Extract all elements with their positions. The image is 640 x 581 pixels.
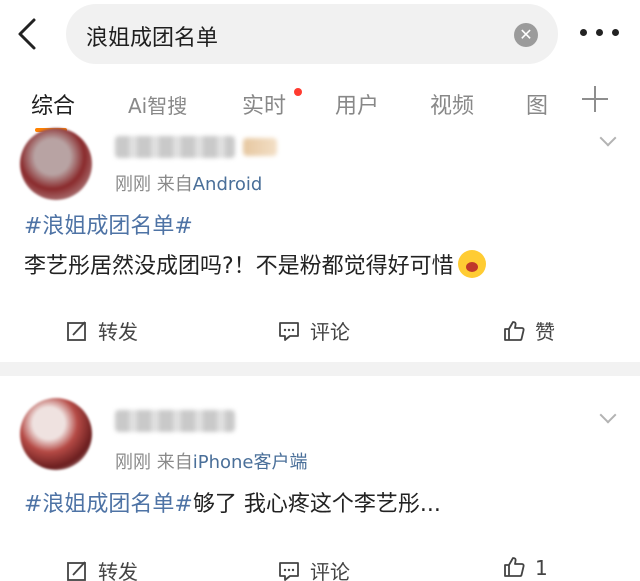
- repost-button[interactable]: 转发: [66, 316, 138, 345]
- clear-search-icon[interactable]: ✕: [514, 23, 538, 47]
- avatar[interactable]: [20, 398, 92, 470]
- search-field[interactable]: 浪姐成团名单 ✕: [66, 4, 558, 64]
- back-arrow-icon[interactable]: [14, 16, 44, 52]
- tab-images[interactable]: 图: [526, 88, 548, 120]
- post-hashtag[interactable]: #浪姐成团名单#: [24, 212, 193, 242]
- tab-comprehensive[interactable]: 综合: [31, 88, 75, 120]
- post-time: 刚刚: [115, 452, 151, 473]
- user-badge: [243, 138, 277, 156]
- new-content-dot: [294, 88, 302, 96]
- comment-button[interactable]: 评论: [278, 556, 350, 581]
- repost-icon: [67, 561, 86, 581]
- post-meta: 刚刚 来自Android: [115, 170, 262, 196]
- comment-label: 评论: [310, 320, 350, 344]
- comment-icon: [279, 322, 299, 341]
- post-card: 刚刚 来自iPhone客户端 #浪姐成团名单#够了 我心疼这个李艺彤... 转发…: [0, 376, 640, 581]
- repost-label: 转发: [98, 560, 138, 581]
- like-button[interactable]: 赞: [503, 316, 555, 345]
- search-input-value[interactable]: 浪姐成团名单: [86, 20, 218, 52]
- post-divider: [0, 362, 640, 376]
- like-button[interactable]: 1: [503, 556, 548, 580]
- post-text: #浪姐成团名单#够了 我心疼这个李艺彤...: [24, 490, 441, 520]
- crying-face-icon: [457, 250, 486, 278]
- tab-video[interactable]: 视频: [430, 88, 474, 120]
- thumbs-up-icon: [504, 557, 525, 577]
- like-label: 赞: [535, 320, 555, 344]
- username-blurred[interactable]: [115, 410, 235, 432]
- add-tab-icon[interactable]: [582, 86, 608, 112]
- post-text-body: 够了 我心疼这个李艺彤...: [192, 492, 441, 517]
- comment-icon: [279, 562, 299, 581]
- repost-label: 转发: [98, 320, 138, 344]
- top-bar: 浪姐成团名单 ✕: [0, 0, 640, 72]
- tab-ai-search[interactable]: Ai智搜: [128, 90, 187, 119]
- avatar[interactable]: [20, 128, 92, 200]
- post-time: 刚刚: [115, 174, 151, 195]
- chevron-down-icon[interactable]: [599, 406, 617, 424]
- post-from: 来自: [156, 452, 193, 473]
- post-meta: 刚刚 来自iPhone客户端: [115, 448, 308, 474]
- post-actions: 转发 评论 1: [0, 548, 640, 581]
- more-options-icon[interactable]: [580, 29, 620, 39]
- username-blurred[interactable]: [115, 136, 235, 158]
- post-from: 来自: [156, 174, 193, 195]
- tab-users[interactable]: 用户: [335, 88, 379, 120]
- repost-icon: [67, 321, 86, 341]
- tab-realtime[interactable]: 实时: [242, 88, 286, 120]
- post-text: 李艺彤居然没成团吗?！不是粉都觉得好可惜: [24, 250, 486, 282]
- like-count: 1: [535, 556, 548, 580]
- repost-button[interactable]: 转发: [66, 556, 138, 581]
- post-card: 刚刚 来自Android #浪姐成团名单# 李艺彤居然没成团吗?！不是粉都觉得好…: [0, 128, 640, 362]
- search-tabs: 综合 Ai智搜 实时 用户 视频 图: [0, 78, 640, 210]
- thumbs-up-icon: [504, 321, 525, 341]
- post-source[interactable]: iPhone客户端: [193, 452, 308, 473]
- chevron-down-icon[interactable]: [599, 129, 617, 147]
- hashtag-link[interactable]: #浪姐成团名单#: [24, 492, 193, 517]
- post-actions: 转发 评论 赞: [0, 308, 640, 352]
- post-source[interactable]: Android: [193, 174, 263, 195]
- post-text-body: 李艺彤居然没成团吗?！不是粉都觉得好可惜: [24, 254, 454, 279]
- hashtag-link[interactable]: #浪姐成团名单#: [24, 214, 193, 239]
- comment-label: 评论: [310, 560, 350, 581]
- comment-button[interactable]: 评论: [278, 316, 350, 345]
